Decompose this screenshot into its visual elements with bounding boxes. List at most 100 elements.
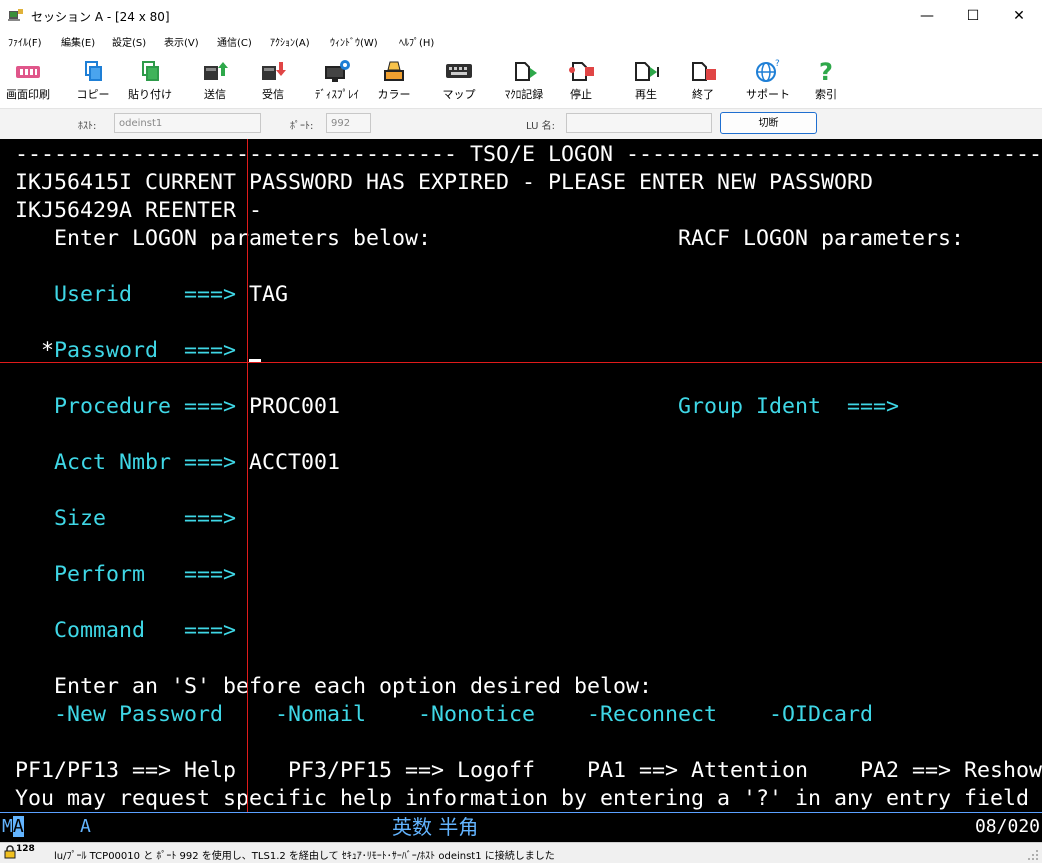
terminal-text: PROC001 xyxy=(249,394,341,419)
copy-button[interactable]: コピー xyxy=(63,56,123,106)
maximize-button[interactable]: ☐ xyxy=(950,0,996,32)
terminal-text: ACCT001 xyxy=(249,450,341,475)
display-setup-button[interactable]: ﾃﾞｨｽﾌﾟﾚｲ xyxy=(307,56,367,106)
menu-edit[interactable]: 編集(E) xyxy=(61,34,95,49)
exit-icon xyxy=(692,62,716,81)
print-screen-icon xyxy=(16,66,40,78)
terminal-line: Acct Nmbr ===> ACCT001 xyxy=(15,449,340,477)
keyboard-map-button[interactable]: マップ xyxy=(429,56,489,106)
paste-icon xyxy=(142,61,159,81)
terminal-text: Size ===> xyxy=(15,506,237,531)
menu-settings[interactable]: 設定(S) xyxy=(112,34,146,49)
terminal-text: IKJ56415I CURRENT PASSWORD HAS EXPIRED -… xyxy=(15,170,874,195)
macro-record-button[interactable]: ﾏｸﾛ記録 xyxy=(494,56,554,106)
receive-button[interactable]: 受信 xyxy=(243,56,303,106)
cursor-position: 08/020 xyxy=(974,816,1040,837)
text-cursor xyxy=(249,359,261,362)
connection-mode-indicator: A xyxy=(80,816,91,837)
terminal-text: Group Ident ===> xyxy=(340,394,900,419)
menu-bar: ﾌｧｲﾙ(F) 編集(E) 設定(S) 表示(V) 通信(C) ｱｸｼｮﾝ(A)… xyxy=(0,32,1042,50)
disconnect-button[interactable]: 切断 xyxy=(720,112,817,134)
receive-icon xyxy=(262,62,286,80)
toolbar-label: マップ xyxy=(442,88,476,101)
color-setup-button[interactable]: カラー xyxy=(364,56,424,106)
send-button[interactable]: 送信 xyxy=(185,56,245,106)
support-icon: ? xyxy=(756,59,780,82)
svg-text:?: ? xyxy=(775,59,780,69)
ma-second: A xyxy=(12,816,24,837)
lu-field[interactable] xyxy=(566,113,712,133)
menu-window[interactable]: ｳｨﾝﾄﾞｳ(W) xyxy=(330,34,378,49)
terminal-text: Enter an 'S' before each option desired … xyxy=(15,674,653,699)
toolbar-label: カラー xyxy=(377,88,411,101)
toolbar-label: 索引 xyxy=(815,88,837,101)
resize-grip-icon[interactable] xyxy=(1027,849,1039,861)
status-bar: 128 lu/ﾌﾟｰﾙ TCP00010 と ﾎﾟｰﾄ 992 を使用し、TLS… xyxy=(0,842,1042,863)
terminal-text: Command ===> xyxy=(15,618,237,643)
host-field[interactable]: odeinst1 xyxy=(114,113,261,133)
toolbar-label: コピー xyxy=(76,88,110,101)
toolbar-label: 受信 xyxy=(262,88,284,101)
minimize-button[interactable]: — xyxy=(904,0,950,32)
exit-button[interactable]: 終了 xyxy=(673,56,733,106)
terminal-text: -New Password -Nomail -Nonotice -Reconne… xyxy=(15,702,874,727)
toolbar-label: 再生 xyxy=(635,88,657,101)
terminal-text: ---------------------------------- TSO/E… xyxy=(15,142,1042,167)
port-field[interactable]: 992 xyxy=(326,113,371,133)
terminal-line: Size ===> xyxy=(15,505,236,533)
svg-text:?: ? xyxy=(819,58,833,84)
terminal-line: Command ===> xyxy=(15,617,236,645)
operator-information-area: MA A 英数 半角 08/020 xyxy=(0,812,1042,842)
terminal-screen[interactable]: ---------------------------------- TSO/E… xyxy=(0,139,1042,812)
terminal-line: You may request specific help informatio… xyxy=(15,785,1029,812)
crosshair-horizontal xyxy=(0,362,1042,363)
host-label: ﾎｽﾄ: xyxy=(78,121,97,132)
terminal-text: TAG xyxy=(249,282,289,307)
help-index-icon: ? xyxy=(819,58,833,84)
macro-stop-button[interactable]: 停止 xyxy=(551,56,611,106)
play-icon xyxy=(635,62,659,81)
connection-bar: ﾎｽﾄ: odeinst1 ﾎﾟｰﾄ: 992 LU 名: 切断 xyxy=(0,108,1042,140)
lu-label: LU 名: xyxy=(526,121,555,132)
toolbar-label: 停止 xyxy=(570,88,592,101)
terminal-text: Perform ===> xyxy=(15,562,237,587)
title-bar: セッション A - [24 x 80] — ☐ ✕ xyxy=(0,0,1042,32)
pcomm-app-icon[interactable] xyxy=(8,8,24,22)
terminal-line: PF1/PF13 ==> Help PF3/PF15 ==> Logoff PA… xyxy=(15,757,1042,785)
ime-mode-indicator: 英数 半角 xyxy=(392,815,479,839)
status-message: lu/ﾌﾟｰﾙ TCP00010 と ﾎﾟｰﾄ 992 を使用し、TLS1.2 … xyxy=(54,851,555,862)
terminal-line: *Password ===> xyxy=(15,337,249,365)
terminal-text: Password ===> xyxy=(54,338,250,363)
print-screen-button[interactable]: 画面印刷 xyxy=(0,56,58,106)
support-button[interactable]: ? サポート xyxy=(738,56,798,106)
menu-action[interactable]: ｱｸｼｮﾝ(A) xyxy=(270,34,310,49)
ma-first: M xyxy=(2,816,13,837)
terminal-line: ---------------------------------- TSO/E… xyxy=(15,141,1042,169)
terminal-line: Enter LOGON parameters below: RACF LOGON… xyxy=(15,225,964,253)
paste-button[interactable]: 貼り付け xyxy=(120,56,180,106)
menu-file[interactable]: ﾌｧｲﾙ(F) xyxy=(8,34,42,49)
toolbar-label: 終了 xyxy=(692,88,714,101)
toolbar-label: 送信 xyxy=(204,88,226,101)
toolbar: 画面印刷 コピー 貼り付け 送信 受信 ﾃﾞｨｽﾌﾟﾚｲ カラー マップ ﾏｸﾛ… xyxy=(0,52,1042,108)
toolbar-label: サポート xyxy=(746,88,790,101)
ma-indicator: MA xyxy=(2,816,24,838)
terminal-text: IKJ56429A REENTER - xyxy=(15,198,263,223)
menu-communication[interactable]: 通信(C) xyxy=(217,34,252,49)
menu-help[interactable]: ﾍﾙﾌﾟ(H) xyxy=(399,34,434,49)
help-index-button[interactable]: ? 索引 xyxy=(796,56,856,106)
terminal-line: IKJ56415I CURRENT PASSWORD HAS EXPIRED -… xyxy=(15,169,873,197)
send-icon xyxy=(204,62,228,80)
stop-icon xyxy=(569,62,594,81)
menu-view[interactable]: 表示(V) xyxy=(164,34,199,49)
terminal-line: Enter an 'S' before each option desired … xyxy=(15,673,652,701)
close-button[interactable]: ✕ xyxy=(996,0,1042,32)
encryption-bits: 128 xyxy=(16,844,35,854)
toolbar-label: 貼り付け xyxy=(128,88,172,101)
toolbar-label: 画面印刷 xyxy=(6,88,50,101)
terminal-text: Enter LOGON parameters below: RACF LOGON… xyxy=(15,226,965,251)
color-icon xyxy=(384,61,404,81)
toolbar-label: ﾏｸﾛ記録 xyxy=(504,88,544,101)
terminal-text: Userid ===> xyxy=(15,282,250,307)
macro-play-button[interactable]: 再生 xyxy=(616,56,676,106)
